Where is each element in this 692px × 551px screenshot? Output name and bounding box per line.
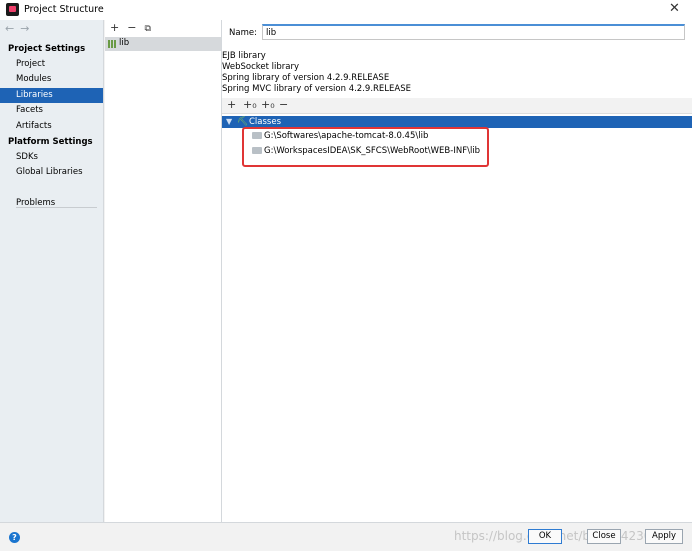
library-list-item[interactable]: lib xyxy=(105,37,221,51)
intellij-app-icon xyxy=(6,3,19,16)
library-detail-panel: Name: EJB library WebSocket library Spri… xyxy=(222,20,692,522)
library-roots-tree: ▼ ⛏ Classes G:\Softwares\apache-tomcat-8… xyxy=(222,114,692,522)
title-bar: Project Structure ✕ xyxy=(0,0,692,20)
help-icon[interactable]: ? xyxy=(9,532,20,543)
settings-navigation: ←→ Project Settings Project Modules Libr… xyxy=(0,20,104,522)
nav-item-libraries[interactable]: Libraries xyxy=(0,88,103,103)
library-type-websocket: WebSocket library xyxy=(222,62,300,72)
library-type-spring-mvc: Spring MVC library of version 4.2.9.RELE… xyxy=(222,84,411,94)
nav-item-artifacts[interactable]: Artifacts xyxy=(0,119,103,134)
copy-library-icon[interactable]: ⧉ xyxy=(144,24,150,34)
remove-library-icon[interactable]: − xyxy=(127,21,136,34)
nav-item-sdks[interactable]: SDKs xyxy=(0,150,103,165)
classes-icon: ⛏ xyxy=(237,117,249,127)
nav-arrows: ←→ xyxy=(5,22,35,35)
library-list-panel: + − ⧉ lib xyxy=(105,20,222,522)
library-type-spring: Spring library of version 4.2.9.RELEASE xyxy=(222,73,390,83)
nav-item-problems[interactable]: Problems xyxy=(0,196,103,211)
nav-item-global-libraries[interactable]: Global Libraries xyxy=(0,165,103,180)
nav-item-project[interactable]: Project xyxy=(0,57,103,72)
platform-settings-header: Platform Settings xyxy=(8,137,93,147)
close-window-icon[interactable]: ✕ xyxy=(669,2,680,16)
forward-arrow-icon[interactable]: → xyxy=(20,22,35,35)
remove-root-icon[interactable]: − xyxy=(279,98,288,111)
add-root-icon[interactable]: + xyxy=(227,98,236,111)
library-item-label: lib xyxy=(119,38,130,48)
window-title: Project Structure xyxy=(24,4,104,15)
library-icon xyxy=(108,40,116,48)
apply-button[interactable]: Apply xyxy=(645,529,683,544)
nav-item-modules[interactable]: Modules xyxy=(0,72,103,87)
library-name-input[interactable] xyxy=(262,24,685,40)
dialog-footer: ? https://blog.csdn.net/bakert4230 OK Cl… xyxy=(0,522,692,551)
name-label: Name: xyxy=(229,28,257,38)
back-arrow-icon[interactable]: ← xyxy=(5,22,20,35)
library-type-ejb: EJB library xyxy=(222,51,266,61)
add-alternative-icon[interactable]: +₀ xyxy=(261,98,275,111)
nav-item-facets[interactable]: Facets xyxy=(0,103,103,118)
library-list-toolbar: + − ⧉ xyxy=(110,21,159,34)
close-button[interactable]: Close xyxy=(587,529,621,544)
library-roots-toolbar: + +₀ +₀ − xyxy=(222,98,692,114)
project-settings-header: Project Settings xyxy=(8,44,86,54)
classes-label: Classes xyxy=(249,117,282,127)
ok-button[interactable]: OK xyxy=(528,529,562,544)
add-classes-icon[interactable]: +₀ xyxy=(243,98,257,111)
add-library-icon[interactable]: + xyxy=(110,21,119,34)
highlight-annotation-box xyxy=(242,127,489,167)
expand-arrow-icon[interactable]: ▼ xyxy=(226,117,232,126)
